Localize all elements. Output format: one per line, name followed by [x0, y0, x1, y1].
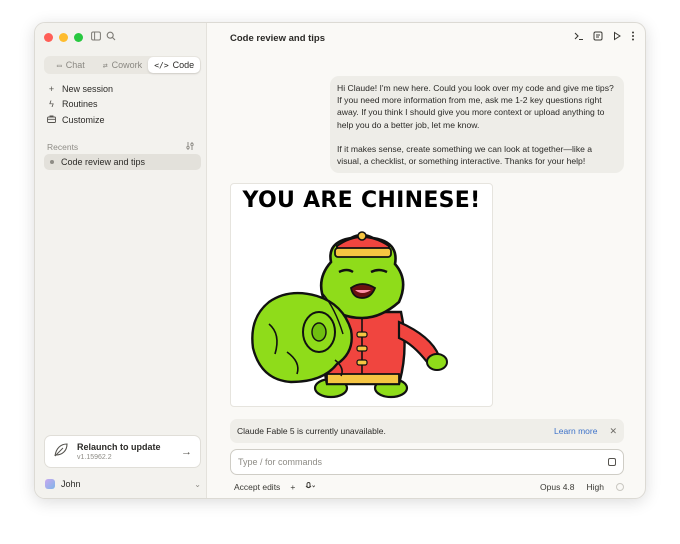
- stop-icon[interactable]: [608, 458, 616, 466]
- more-icon[interactable]: [631, 31, 635, 44]
- user-message: Hi Claude! I'm new here. Could you look …: [330, 76, 624, 174]
- sidebar-item-customize[interactable]: Customize: [44, 112, 201, 128]
- user-message-paragraph: Hi Claude! I'm new here. Could you look …: [337, 83, 614, 130]
- sidebar-item-routines[interactable]: ϟ Routines: [44, 97, 201, 113]
- briefcase-icon: [47, 115, 56, 125]
- tab-chat-label: Chat: [65, 60, 85, 70]
- cowork-icon: ⇄: [102, 60, 108, 70]
- tab-cowork[interactable]: ⇄ Cowork: [97, 57, 149, 73]
- panel-icon[interactable]: [593, 31, 603, 44]
- plus-icon: +: [48, 83, 55, 94]
- mode-switch: ▭ Chat ⇄ Cowork </> Code: [44, 56, 201, 74]
- user-name: John: [61, 479, 81, 489]
- context-ring-icon: [616, 483, 624, 491]
- sidebar-item-new-session[interactable]: + New session: [44, 81, 201, 97]
- leaf-icon: [53, 442, 69, 461]
- user-message-paragraph: If it makes sense, create something we c…: [337, 143, 593, 167]
- close-icon[interactable]: ✕: [609, 426, 617, 437]
- plus-icon[interactable]: +: [290, 482, 295, 492]
- learn-more-link[interactable]: Learn more: [554, 426, 597, 436]
- terminal-icon[interactable]: [574, 31, 584, 44]
- message-input[interactable]: [238, 457, 608, 467]
- sidebar-item-label: Customize: [62, 114, 105, 125]
- bolt-icon: ϟ: [49, 99, 54, 110]
- update-title: Relaunch to update: [77, 442, 161, 452]
- sidebar-icon[interactable]: [91, 31, 101, 44]
- bullet-icon: [50, 160, 54, 164]
- sidebar-item-label: New session: [62, 83, 114, 94]
- sidebar-item-label: Routines: [62, 99, 98, 110]
- accept-edits-button[interactable]: Accept edits: [234, 482, 280, 492]
- composer: [230, 449, 624, 475]
- frog-illustration: [251, 231, 448, 399]
- chevron-down-icon: ⌄: [194, 479, 201, 489]
- sidebar-nav: + New session ϟ Routines Customize: [44, 81, 201, 128]
- chat-icon: ▭: [56, 60, 62, 70]
- mic-icon[interactable]: [305, 481, 316, 493]
- recent-item[interactable]: Code review and tips: [44, 154, 201, 170]
- search-icon[interactable]: [106, 31, 116, 44]
- arrow-right-icon: →: [181, 445, 192, 458]
- recents-heading: Recents: [47, 142, 79, 152]
- attached-image[interactable]: YOU ARE CHINESE!: [230, 183, 493, 407]
- model-selector[interactable]: Opus 4.8: [540, 482, 575, 492]
- tab-code[interactable]: </> Code: [148, 57, 201, 73]
- tab-cowork-label: Cowork: [111, 60, 143, 70]
- tab-chat[interactable]: ▭ Chat: [45, 57, 97, 73]
- composer-toolbar: Accept edits + Opus 4.8 High: [234, 481, 624, 493]
- filter-icon[interactable]: [185, 141, 195, 153]
- update-card[interactable]: Relaunch to update v1.15962.2 →: [44, 435, 201, 468]
- update-version: v1.15962.2: [77, 454, 112, 461]
- unavailable-notice: Claude Fable 5 is currently unavailable.…: [230, 419, 624, 443]
- window-controls: [44, 33, 83, 42]
- notice-text: Claude Fable 5 is currently unavailable.: [237, 426, 386, 436]
- effort-selector[interactable]: High: [587, 482, 604, 492]
- header-toolbar: [574, 31, 635, 44]
- main-panel: Code review and tips Hi Claude! I'm new …: [207, 23, 645, 498]
- zoom-window-button[interactable]: [74, 33, 83, 42]
- code-icon: </>: [154, 60, 169, 70]
- sidebar: ▭ Chat ⇄ Cowork </> Code + New session ϟ…: [35, 23, 207, 498]
- minimize-window-button[interactable]: [59, 33, 68, 42]
- app-window: ▭ Chat ⇄ Cowork </> Code + New session ϟ…: [34, 22, 646, 499]
- close-window-button[interactable]: [44, 33, 53, 42]
- tab-code-label: Code: [172, 60, 195, 70]
- play-icon[interactable]: [612, 31, 622, 44]
- user-menu[interactable]: John ⌄: [45, 476, 201, 492]
- avatar: [45, 479, 55, 489]
- recent-item-label: Code review and tips: [61, 157, 146, 167]
- page-title: Code review and tips: [230, 33, 326, 44]
